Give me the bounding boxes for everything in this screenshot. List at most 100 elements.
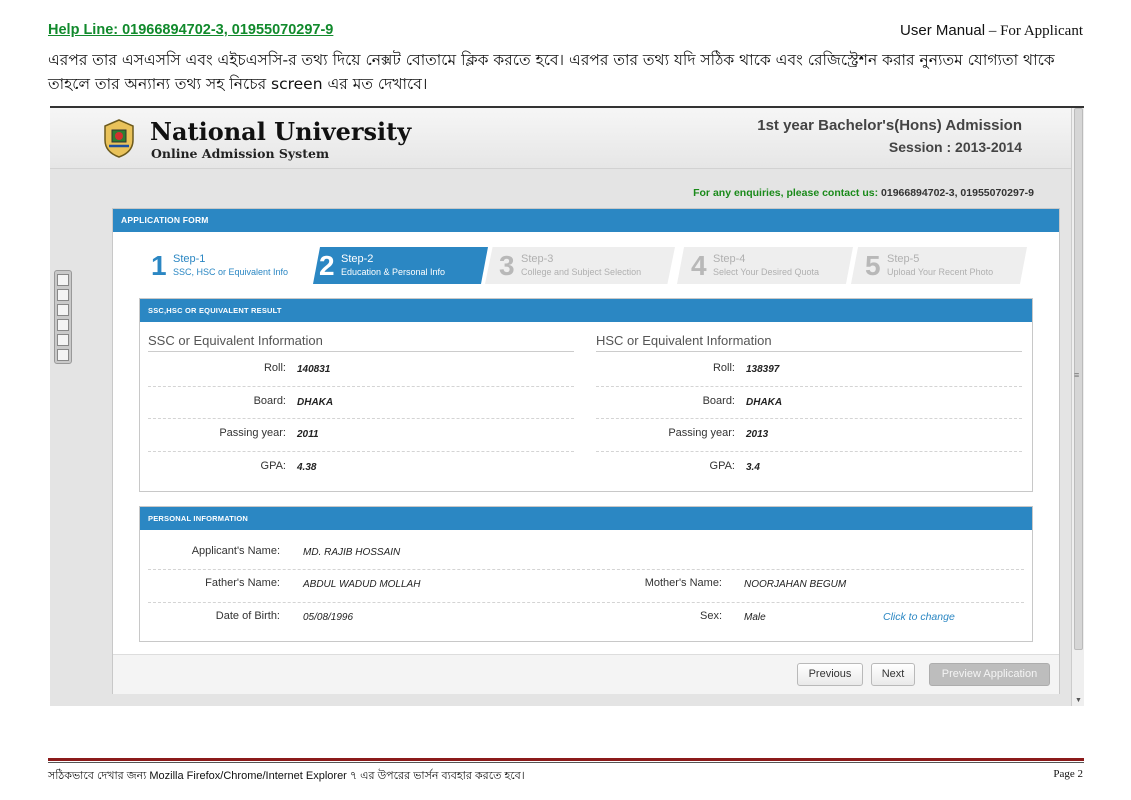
admission-screenshot: National University Online Admission Sys…	[50, 106, 1084, 706]
applicant-name-label: Applicant's Name:	[191, 545, 280, 557]
ssc-board-value: DHAKA	[297, 397, 334, 408]
step-title: Step-3	[521, 253, 554, 265]
personal-panel: PERSONAL INFORMATION Applicant's Name: M…	[139, 506, 1033, 642]
preview-application-button[interactable]: Preview Application	[929, 663, 1050, 686]
step-5-tab[interactable]: 5 Step-5 Upload Your Recent Photo	[851, 247, 1027, 284]
step-number: 2	[319, 250, 335, 281]
manual-suffix: – For Applicant	[985, 23, 1083, 39]
application-form: APPLICATION FORM 1 Step-1 SSC, HSC or Eq…	[112, 208, 1060, 694]
ssc-section-title: SSC or Equivalent Information	[148, 333, 323, 348]
footer-rule-thin	[48, 762, 1084, 763]
mother-name-value: NOORJAHAN BEGUM	[744, 579, 847, 590]
step-number: 4	[691, 250, 707, 281]
step-title: Step-1	[173, 253, 206, 265]
father-name-value: ABDUL WADUD MOLLAH	[303, 579, 421, 590]
hsc-gpa-value: 3.4	[746, 462, 760, 473]
dob-value: 05/08/1996	[303, 612, 354, 623]
row-divider	[148, 602, 1024, 603]
enquiry-label: For any enquiries, please contact us:	[693, 187, 879, 199]
form-header-bar: APPLICATION FORM	[113, 209, 1059, 232]
step-description: Select Your Desired Quota	[713, 267, 820, 277]
toolbar-box-icon[interactable]	[57, 334, 69, 346]
toolbar-box-icon[interactable]	[57, 289, 69, 301]
scroll-down-arrow-icon[interactable]: ▼	[1075, 697, 1082, 704]
intro-paragraph: এরপর তার এসএসসি এবং এইচএসসি-র তথ্য দিয়ে…	[48, 51, 1055, 93]
toolbar-box-icon[interactable]	[57, 274, 69, 286]
step-title: Step-5	[887, 253, 920, 265]
vertical-scrollbar[interactable]: ≡ ▼	[1071, 108, 1084, 706]
row-divider	[148, 418, 574, 419]
sex-value: Male	[744, 612, 766, 623]
hsc-roll-value: 138397	[746, 364, 780, 375]
form-title: APPLICATION FORM	[121, 215, 209, 225]
personal-panel-header: PERSONAL INFORMATION	[140, 507, 1032, 530]
personal-panel-title: PERSONAL INFORMATION	[148, 514, 248, 523]
step-number: 1	[151, 250, 167, 281]
session-label: Session : 2013-2014	[888, 139, 1022, 155]
row-divider	[596, 451, 1022, 452]
ssc-gpa-label: GPA:	[260, 460, 286, 472]
browser-note: সঠিকভাবে দেখার জন্য Mozilla Firefox/Chro…	[48, 770, 525, 782]
row-divider	[596, 386, 1022, 387]
helpline-text: Help Line: 01966894702-3, 01955070297-9	[48, 22, 334, 38]
manual-prefix: User	[900, 22, 936, 39]
step-number: 3	[499, 250, 515, 281]
previous-button[interactable]: Previous	[797, 663, 863, 686]
row-divider	[596, 418, 1022, 419]
step-number: 5	[865, 250, 881, 281]
hsc-title-rule	[596, 351, 1022, 352]
ssc-year-label: Passing year:	[219, 427, 286, 439]
step-1-tab[interactable]: 1 Step-1 SSC, HSC or Equivalent Info	[145, 247, 305, 284]
manual-heading: User Manual – For Applicant	[900, 22, 1083, 40]
form-footer: Previous Next Preview Application	[113, 654, 1059, 694]
toolbar-box-icon[interactable]	[57, 304, 69, 316]
applicant-name-value: MD. RAJIB HOSSAIN	[303, 547, 401, 558]
result-panel-title: SSC,HSC OR EQUIVALENT RESULT	[148, 306, 282, 315]
ssc-title-rule	[148, 351, 574, 352]
ssc-year-value: 2011	[297, 429, 319, 440]
hsc-roll-label: Roll:	[712, 362, 735, 374]
change-sex-link[interactable]: Click to change	[883, 611, 955, 623]
university-logo-icon	[104, 119, 134, 158]
step-3-tab[interactable]: 3 Step-3 College and Subject Selection	[485, 247, 675, 284]
next-button[interactable]: Next	[871, 663, 915, 686]
ssc-gpa-value: 4.38	[297, 462, 317, 473]
row-divider	[148, 386, 574, 387]
hsc-gpa-label: GPA:	[709, 460, 735, 472]
hsc-board-label: Board:	[702, 395, 735, 407]
step-4-tab[interactable]: 4 Step-4 Select Your Desired Quota	[677, 247, 853, 284]
ssc-roll-label: Roll:	[263, 362, 286, 374]
step-2-tab[interactable]: 2 Step-2 Education & Personal Info	[313, 247, 488, 284]
step-title: Step-4	[713, 253, 746, 265]
ssc-board-label: Board:	[253, 395, 286, 407]
mother-name-label: Mother's Name:	[644, 577, 722, 589]
toolbar-box-icon[interactable]	[57, 349, 69, 361]
ssc-roll-value: 140831	[297, 364, 331, 375]
university-name: National University	[150, 117, 412, 146]
hsc-board-value: DHAKA	[746, 397, 783, 408]
sex-label: Sex:	[699, 610, 722, 622]
step-description: SSC, HSC or Equivalent Info	[173, 267, 289, 277]
site-header: National University Online Admission Sys…	[50, 108, 1072, 169]
result-panel: SSC,HSC OR EQUIVALENT RESULT SSC or Equi…	[139, 298, 1033, 492]
hsc-year-label: Passing year:	[668, 427, 735, 439]
step-description: Education & Personal Info	[341, 267, 446, 277]
manual-word: Manual	[935, 22, 986, 39]
page-number: Page 2	[1053, 768, 1083, 780]
hsc-section-title: HSC or Equivalent Information	[596, 333, 772, 348]
step-description: Upload Your Recent Photo	[887, 267, 994, 277]
scroll-grip-icon: ≡	[1074, 370, 1080, 380]
father-name-label: Father's Name:	[205, 577, 280, 589]
admission-title: 1st year Bachelor's(Hons) Admission	[757, 117, 1022, 134]
step-title: Step-2	[341, 253, 374, 265]
side-toolbar[interactable]	[54, 270, 72, 364]
enquiry-numbers: 01966894702-3, 01955070297-9	[881, 187, 1034, 199]
footer-rule	[48, 758, 1084, 761]
row-divider	[148, 451, 574, 452]
dob-label: Date of Birth:	[215, 610, 280, 622]
enquiry-contact: For any enquiries, please contact us: 01…	[693, 187, 1034, 199]
row-divider	[148, 569, 1024, 570]
toolbar-box-icon[interactable]	[57, 319, 69, 331]
form-body: 1 Step-1 SSC, HSC or Equivalent Info 2 S…	[113, 232, 1059, 654]
system-subtitle: Online Admission System	[151, 146, 330, 161]
